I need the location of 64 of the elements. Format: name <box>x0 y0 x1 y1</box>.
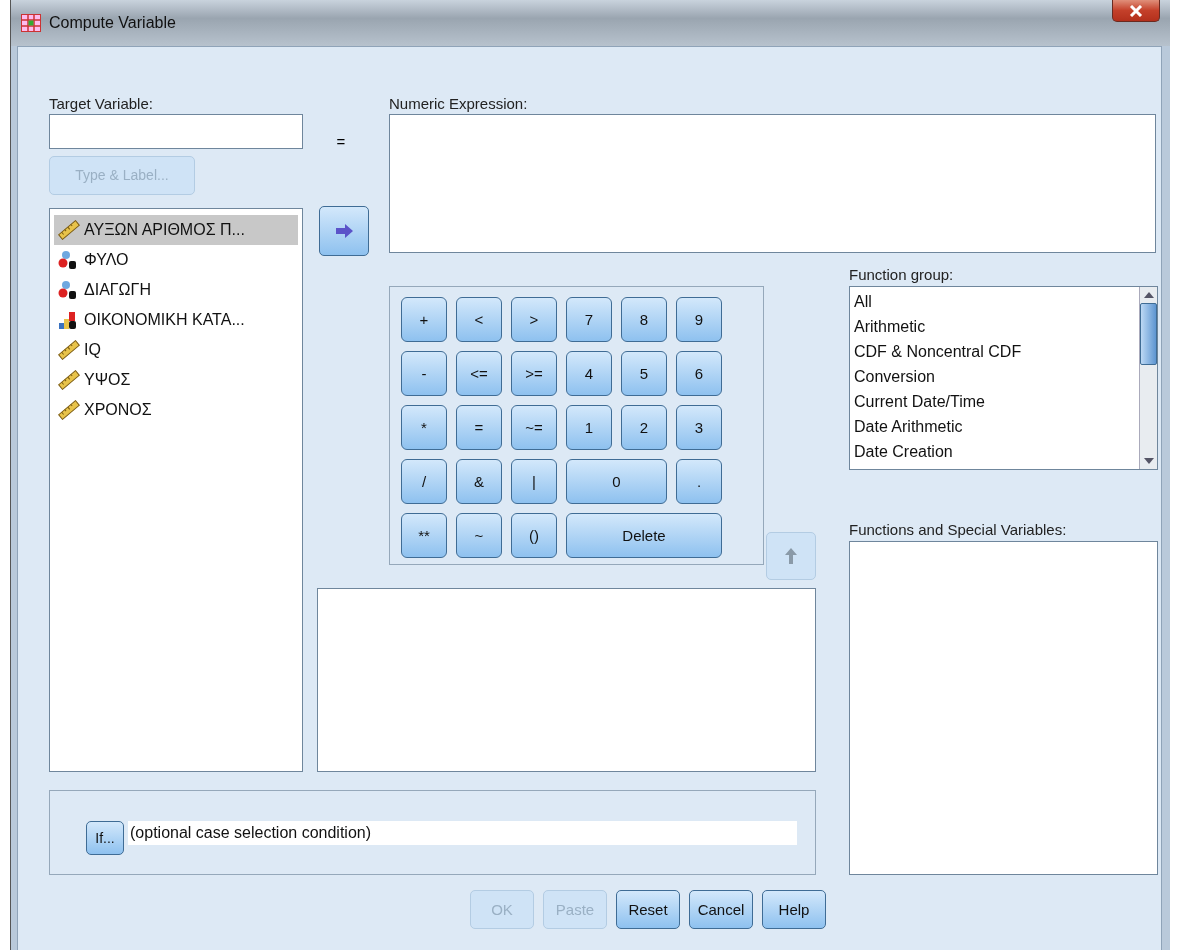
variable-item[interactable]: ΑΥΞΩΝ ΑΡΙΘΜΟΣ Π... <box>54 215 298 245</box>
variable-item[interactable]: ΟΙΚΟΝΟΜΙΚΗ ΚΑΤΑ... <box>54 305 298 335</box>
scrollbar-thumb[interactable] <box>1140 303 1157 365</box>
keypad-key[interactable]: 1 <box>566 405 612 450</box>
keypad-key[interactable]: . <box>676 459 722 504</box>
keypad-key[interactable]: 9 <box>676 297 722 342</box>
keypad-key[interactable]: < <box>456 297 502 342</box>
right-arrow-icon <box>334 223 354 239</box>
case-selection-field[interactable]: (optional case selection condition) <box>128 820 797 845</box>
scrollbar[interactable] <box>1139 287 1157 469</box>
dialog-button[interactable]: Help <box>762 890 826 929</box>
functions-special-variables-label: Functions and Special Variables: <box>849 521 1068 538</box>
keypad-key[interactable]: 8 <box>621 297 667 342</box>
function-group-item[interactable]: Conversion <box>854 364 1135 389</box>
keypad-key[interactable]: >= <box>511 351 557 396</box>
keypad-key[interactable]: & <box>456 459 502 504</box>
keypad-key[interactable]: > <box>511 297 557 342</box>
move-right-button[interactable] <box>319 206 369 256</box>
variable-item[interactable]: ΧΡΟΝΟΣ <box>54 395 298 425</box>
function-group-item[interactable]: All <box>854 289 1135 314</box>
keypad-key[interactable]: 2 <box>621 405 667 450</box>
keypad-key[interactable]: <= <box>456 351 502 396</box>
target-variable-label: Target Variable: <box>49 95 154 112</box>
function-group-item[interactable]: Date Creation <box>854 439 1135 464</box>
keypad-key[interactable]: * <box>401 405 447 450</box>
keypad-key[interactable]: / <box>401 459 447 504</box>
target-variable-field[interactable] <box>49 113 303 149</box>
keypad-key[interactable]: () <box>511 513 557 558</box>
keypad-key[interactable]: - <box>401 351 447 396</box>
dialog-button[interactable]: Cancel <box>689 890 753 929</box>
keypad-key[interactable]: 7 <box>566 297 612 342</box>
up-arrow-icon <box>784 547 798 565</box>
keypad-key[interactable]: 6 <box>676 351 722 396</box>
keypad-key[interactable]: 5 <box>621 351 667 396</box>
keypad-key[interactable]: 3 <box>676 405 722 450</box>
if-button[interactable]: If... <box>86 820 124 855</box>
keypad-key[interactable]: 0 <box>566 459 667 504</box>
scroll-down-icon[interactable] <box>1143 458 1154 464</box>
numeric-expression-label: Numeric Expression: <box>389 95 529 112</box>
function-group-item[interactable]: CDF & Noncentral CDF <box>854 339 1135 364</box>
function-group-item[interactable]: Arithmetic <box>854 314 1135 339</box>
keypad-key[interactable]: | <box>511 459 557 504</box>
keypad-key[interactable]: + <box>401 297 447 342</box>
dialog-button[interactable]: Reset <box>616 890 680 929</box>
table-icon <box>21 14 41 32</box>
close-icon <box>1129 4 1143 17</box>
close-button[interactable] <box>1112 0 1160 22</box>
keypad-key[interactable]: ~= <box>511 405 557 450</box>
variable-item[interactable]: ΦΥΛΟ <box>54 245 298 275</box>
keypad-key[interactable]: ~ <box>456 513 502 558</box>
equals-sign: = <box>336 133 346 150</box>
numeric-expression-field[interactable] <box>389 114 1156 253</box>
variable-item[interactable]: IQ <box>54 335 298 365</box>
variable-item[interactable]: ΥΨΟΣ <box>54 365 298 395</box>
keypad-key[interactable]: 4 <box>566 351 612 396</box>
scroll-up-icon[interactable] <box>1143 292 1154 298</box>
keypad-key[interactable]: ** <box>401 513 447 558</box>
function-group-item[interactable]: Current Date/Time <box>854 389 1135 414</box>
function-group-label: Function group: <box>849 266 955 285</box>
keypad-key[interactable]: Delete <box>566 513 722 558</box>
window-title: Compute Variable <box>49 14 176 32</box>
function-group-item[interactable]: Date Arithmetic <box>854 414 1135 439</box>
variable-item[interactable]: ΔΙΑΓΩΓΗ <box>54 275 298 305</box>
keypad-key[interactable]: = <box>456 405 502 450</box>
